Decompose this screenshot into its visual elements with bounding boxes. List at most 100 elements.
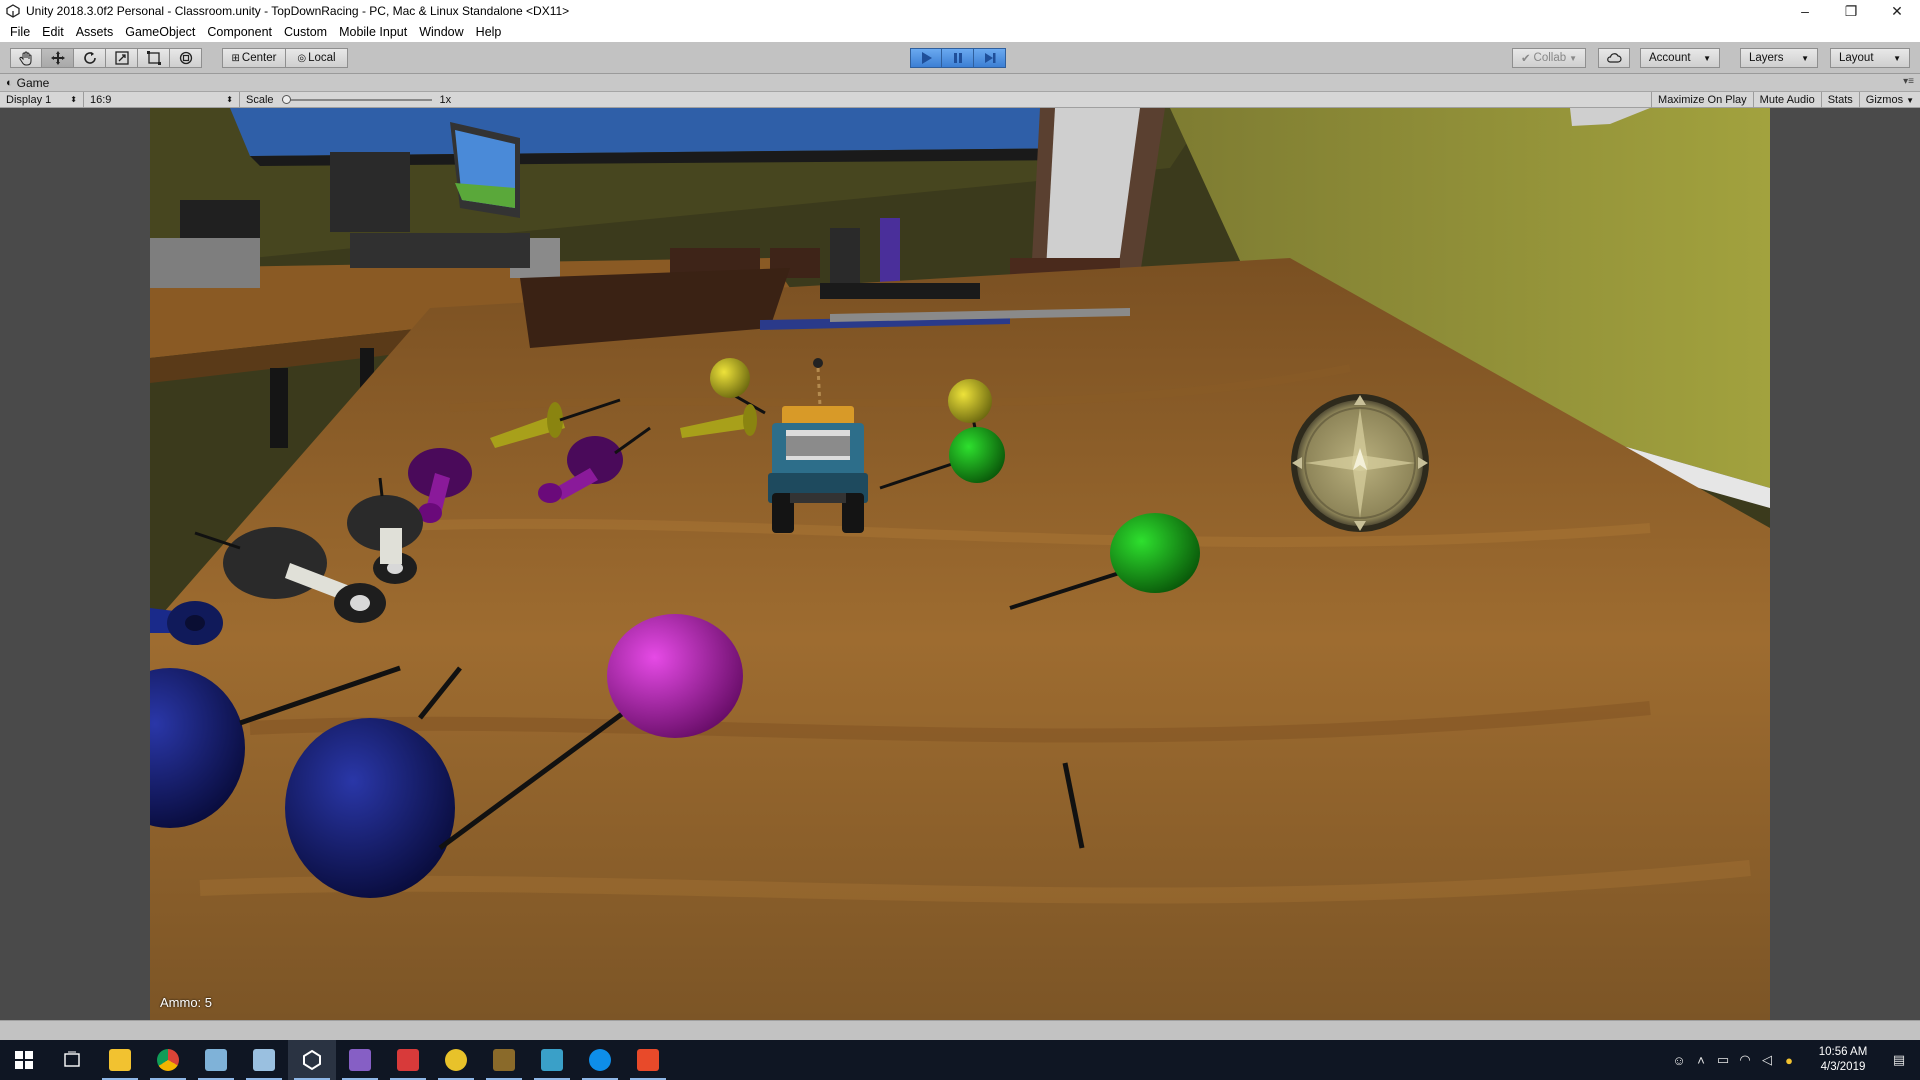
main-toolbar: ⊞ Center ◎ Local ✔ Collab ▼ Account ▼ La… <box>0 42 1920 74</box>
status-bar <box>0 1020 1920 1040</box>
panel-menu-icon[interactable]: ▾≡ <box>1903 76 1914 87</box>
show-hidden-icons-icon[interactable]: ˄ <box>1690 1040 1712 1080</box>
tab-game[interactable]: Game <box>17 76 50 90</box>
people-icon[interactable]: ☺ <box>1668 1040 1690 1080</box>
windows-taskbar: ☺ ˄ ▭ ◠ ◁ ● 10:56 AM 4/3/2019 ▤ <box>0 1040 1920 1080</box>
game-view-toggles: Maximize On Play Mute Audio Stats Gizmos… <box>1651 92 1920 108</box>
taskbar-editor-app[interactable] <box>528 1040 576 1080</box>
updown-icon: ⬍ <box>70 95 77 104</box>
maximize-on-play-toggle[interactable]: Maximize On Play <box>1651 92 1753 108</box>
layers-dropdown[interactable]: Layers ▼ <box>1740 48 1818 68</box>
start-button[interactable] <box>0 1040 48 1080</box>
gizmos-dropdown[interactable]: Gizmos ▼ <box>1858 92 1920 108</box>
pause-button[interactable] <box>942 48 974 68</box>
minimize-button[interactable]: – <box>1782 0 1828 22</box>
notification-app-icon[interactable]: ● <box>1778 1040 1800 1080</box>
menu-gameobject[interactable]: GameObject <box>119 25 201 39</box>
menu-mobile-input[interactable]: Mobile Input <box>333 25 413 39</box>
snip-app-icon <box>637 1049 659 1071</box>
scale-slider-thumb[interactable] <box>281 94 291 104</box>
taskbar-chrome[interactable] <box>144 1040 192 1080</box>
display-dropdown[interactable]: Display 1 ⬍ <box>0 91 84 108</box>
volume-icon[interactable]: ◁ <box>1756 1040 1778 1080</box>
file-explorer-icon <box>109 1049 131 1071</box>
taskbar-game-app[interactable] <box>480 1040 528 1080</box>
updown-icon: ⬍ <box>226 95 233 104</box>
rect-tool-icon <box>146 51 161 65</box>
move-tool-icon <box>50 51 65 65</box>
taskbar-snip-app[interactable] <box>624 1040 672 1080</box>
taskbar-unity[interactable] <box>288 1040 336 1080</box>
game-tab-header: ◐ Game ▾≡ <box>0 74 1920 92</box>
scale-control: Scale 1x <box>240 92 457 108</box>
hand-tool-icon <box>19 51 32 66</box>
taskbar-notepad[interactable] <box>192 1040 240 1080</box>
window-titlebar: Unity 2018.3.0f2 Personal - Classroom.un… <box>0 0 1920 22</box>
scale-slider[interactable] <box>281 94 432 104</box>
scale-tool-icon <box>114 51 129 65</box>
battery-icon[interactable]: ▭ <box>1712 1040 1734 1080</box>
system-tray: ☺ ˄ ▭ ◠ ◁ ● 10:56 AM 4/3/2019 ▤ <box>1668 1040 1920 1080</box>
play-icon <box>922 52 932 64</box>
pivot-local-toggle[interactable]: ◎ Local <box>286 48 348 68</box>
taskbar-file-explorer[interactable] <box>96 1040 144 1080</box>
restore-button[interactable]: ❐ <box>1828 0 1874 22</box>
pivot-center-label: Center <box>241 52 277 64</box>
move-tool-button[interactable] <box>42 48 74 68</box>
pivot-center-toggle[interactable]: ⊞ Center <box>222 48 286 68</box>
menu-assets[interactable]: Assets <box>70 25 120 39</box>
pivot-icon: ⊞ <box>231 52 240 64</box>
transform-tool-button[interactable] <box>170 48 202 68</box>
chevron-down-icon: ▼ <box>1801 53 1809 63</box>
menu-edit[interactable]: Edit <box>36 25 70 39</box>
window-controls: – ❐ ✕ <box>1782 0 1920 22</box>
game-app-icon <box>493 1049 515 1071</box>
layout-dropdown[interactable]: Layout ▼ <box>1830 48 1910 68</box>
menu-component[interactable]: Component <box>201 25 278 39</box>
scale-label: Scale <box>246 93 274 106</box>
play-button[interactable] <box>910 48 942 68</box>
account-dropdown[interactable]: Account ▼ <box>1640 48 1720 68</box>
menu-custom[interactable]: Custom <box>278 25 333 39</box>
clock-date: 4/3/2019 <box>1820 1061 1866 1073</box>
taskbar-money-app[interactable] <box>432 1040 480 1080</box>
taskbar-gift-app[interactable] <box>384 1040 432 1080</box>
taskbar-paint[interactable] <box>240 1040 288 1080</box>
gizmos-label: Gizmos <box>1865 94 1904 106</box>
cloud-group <box>1598 48 1630 68</box>
menu-file[interactable]: File <box>4 25 36 39</box>
rect-tool-button[interactable] <box>138 48 170 68</box>
game-view-icon: ◐ <box>6 76 13 89</box>
rotate-tool-button[interactable] <box>74 48 106 68</box>
menu-window[interactable]: Window <box>413 25 469 39</box>
game-scene <box>150 108 1770 1020</box>
aspect-dropdown[interactable]: 16:9 ⬍ <box>84 91 240 108</box>
taskbar-teamviewer[interactable] <box>576 1040 624 1080</box>
local-icon: ◎ <box>297 52 307 64</box>
layout-group: Layout ▼ <box>1830 48 1910 68</box>
display-label: Display 1 <box>6 93 52 106</box>
taskbar-clock[interactable]: 10:56 AM 4/3/2019 <box>1806 1045 1880 1075</box>
hand-tool-button[interactable] <box>10 48 42 68</box>
menu-help[interactable]: Help <box>470 25 508 39</box>
task-view-button[interactable] <box>48 1040 96 1080</box>
game-viewport[interactable]: Ammo: 5 <box>150 108 1770 1020</box>
cloud-button[interactable] <box>1598 48 1630 68</box>
collab-label: Collab <box>1533 52 1567 64</box>
stats-toggle[interactable]: Stats <box>1820 92 1859 108</box>
unity-icon <box>303 1049 321 1071</box>
close-button[interactable]: ✕ <box>1874 0 1920 22</box>
scale-tool-button[interactable] <box>106 48 138 68</box>
mute-audio-toggle[interactable]: Mute Audio <box>1752 92 1821 108</box>
pivot-local-label: Local <box>308 52 336 64</box>
money-app-icon <box>445 1049 467 1071</box>
chevron-down-icon: ▼ <box>1569 53 1577 63</box>
network-icon[interactable]: ◠ <box>1734 1040 1756 1080</box>
taskbar-visual-studio[interactable] <box>336 1040 384 1080</box>
action-center-icon[interactable]: ▤ <box>1888 1040 1910 1080</box>
aspect-label: 16:9 <box>90 93 112 106</box>
account-group: Account ▼ <box>1640 48 1720 68</box>
windows-start-icon <box>15 1051 33 1069</box>
step-button[interactable] <box>974 48 1006 68</box>
collab-dropdown[interactable]: ✔ Collab ▼ <box>1512 48 1586 68</box>
